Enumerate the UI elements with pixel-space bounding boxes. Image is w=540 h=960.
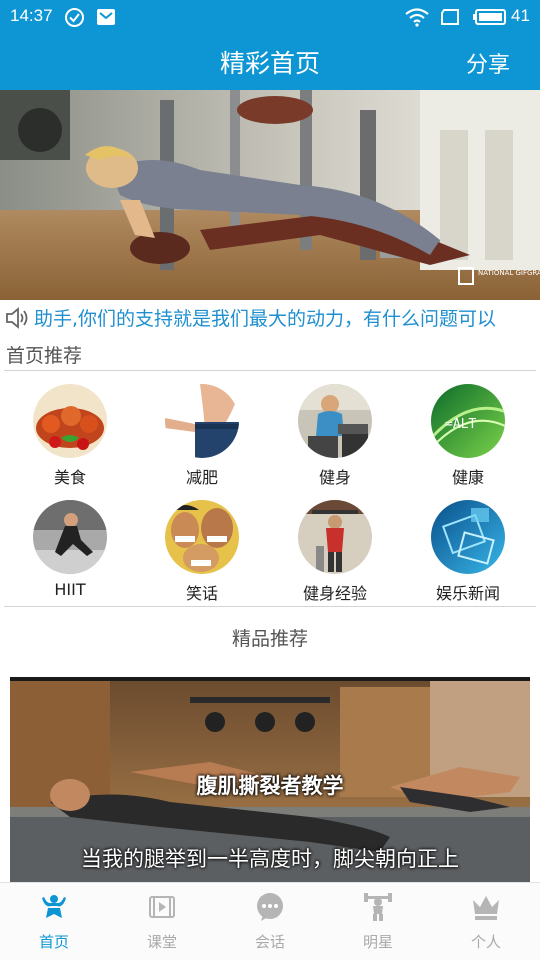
entertainment-news-icon [431, 500, 505, 574]
hiit-icon [33, 500, 107, 574]
tab-chat[interactable]: 会话 [216, 883, 324, 960]
tab-label: 课堂 [146, 933, 177, 951]
tab-label: 首页 [38, 933, 69, 951]
announcement-marquee: 助手,你们的支持就是我们最大的动力，有什么问题可以 [0, 300, 540, 334]
announcement-text: 助手,你们的支持就是我们最大的动力，有什么问题可以 [34, 308, 497, 330]
svg-text:=ALT: =ALT [445, 417, 476, 432]
class-icon [149, 896, 175, 918]
featured-video-card[interactable]: 腹肌撕裂者教学 当我的腿举到一半高度时，脚尖朝向正上 [10, 677, 530, 882]
health-icon: =ALT [431, 384, 505, 458]
recommend-heading: 首页推荐 [6, 345, 83, 367]
joke-icon [165, 500, 239, 574]
status-bar: 14:37 41 [0, 0, 540, 34]
check-circle-icon [65, 8, 84, 27]
wifi-icon [405, 8, 429, 27]
share-button[interactable]: 分享 [466, 47, 510, 79]
category-label: 娱乐新闻 [435, 584, 500, 603]
tab-home[interactable]: 首页 [0, 883, 108, 960]
app-header: 精彩首页 分享 [0, 34, 540, 90]
mail-icon [97, 9, 115, 25]
video-subtitle: 当我的腿举到一半高度时，脚尖朝向正上 [81, 847, 459, 871]
sim-icon [441, 9, 459, 25]
chat-icon [257, 893, 283, 921]
category-fitness[interactable]: 健身 [285, 384, 385, 488]
battery-icon [473, 9, 506, 25]
gym-exercise-image: NATIONAL GIFGRAPHICS [0, 90, 540, 300]
divider [4, 606, 536, 607]
status-time: 14:37 [10, 6, 53, 25]
speaker-icon [6, 307, 28, 329]
battery-level: 41 [511, 6, 530, 25]
category-label: 美食 [53, 468, 86, 487]
fitness-experience-icon [298, 500, 372, 574]
video-title: 腹肌撕裂者教学 [196, 774, 344, 798]
category-label: 健身 [318, 468, 351, 487]
tab-star[interactable]: 明星 [324, 883, 432, 960]
category-label: HIIT [54, 580, 86, 599]
profile-icon [473, 896, 499, 920]
category-health[interactable]: =ALT 健康 [418, 384, 518, 488]
tab-profile[interactable]: 个人 [432, 883, 540, 960]
category-label: 健身经验 [302, 584, 367, 603]
bottom-navigation: 首页 课堂 会话 明星 个人 [0, 882, 540, 960]
category-label: 减肥 [185, 468, 218, 487]
divider [4, 370, 536, 371]
food-icon [33, 384, 107, 458]
tab-label: 个人 [470, 933, 501, 951]
category-food[interactable]: 美食 [20, 384, 120, 488]
category-fitness-experience[interactable]: 健身经验 [285, 500, 385, 604]
star-icon [364, 893, 392, 921]
weight-loss-icon [165, 384, 239, 458]
premium-heading: 精品推荐 [231, 628, 308, 650]
fitness-icon [298, 384, 372, 458]
banner-watermark: NATIONAL GIFGRAPHICS [478, 269, 540, 277]
tab-label: 明星 [362, 933, 393, 951]
category-weight-loss[interactable]: 减肥 [152, 384, 252, 488]
category-label: 笑话 [185, 584, 218, 603]
home-icon [42, 895, 66, 918]
page-title: 精彩首页 [219, 49, 320, 78]
tab-label: 会话 [254, 933, 285, 951]
category-joke[interactable]: 笑话 [152, 500, 252, 604]
banner-image[interactable]: NATIONAL GIFGRAPHICS [0, 90, 540, 300]
tab-class[interactable]: 课堂 [108, 883, 216, 960]
category-hiit[interactable]: HIIT [20, 500, 120, 599]
category-entertainment-news[interactable]: 娱乐新闻 [418, 500, 518, 604]
category-label: 健康 [451, 468, 484, 487]
